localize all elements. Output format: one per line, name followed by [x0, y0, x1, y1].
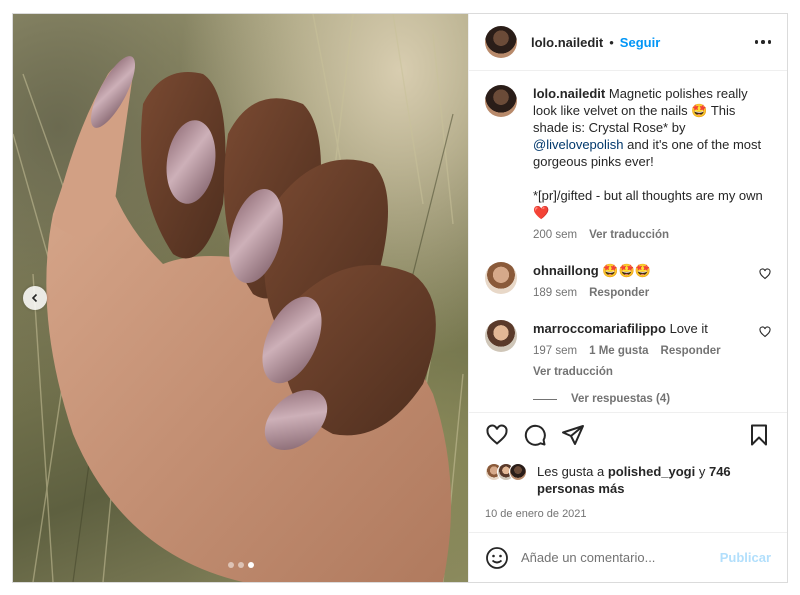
add-comment-bar: Publicar: [469, 532, 787, 582]
comment-meta: 197 sem 1 Me gusta Responder: [533, 343, 743, 360]
caption-meta: 200 sem Ver traducción: [533, 227, 771, 244]
previous-slide-button[interactable]: [23, 286, 47, 310]
comment-text: Love it: [669, 321, 708, 336]
caption-mention[interactable]: @livelovepolish: [533, 137, 624, 152]
post-date[interactable]: 10 de enero de 2021: [485, 508, 771, 520]
comment-time[interactable]: 197 sem: [533, 343, 577, 360]
post-actions: Les gusta a polished_yogi y 746 personas…: [469, 412, 787, 520]
carousel-dot: [227, 562, 234, 568]
carousel-indicator: [227, 562, 254, 568]
caption-disclosure: *[pr]/gifted - but all thoughts are my o…: [533, 188, 763, 220]
reply-button[interactable]: Responder: [661, 343, 721, 360]
comment-item: ohnaillong 🤩🤩🤩 189 sem Responder: [485, 262, 771, 302]
comments-list: lolo.nailedit Magnetic polishes really l…: [469, 71, 787, 412]
liker-username[interactable]: polished_yogi: [608, 464, 695, 479]
carousel-dot-active: [247, 562, 254, 568]
reply-button[interactable]: Responder: [589, 285, 649, 302]
action-icons: [485, 423, 771, 447]
heart-icon[interactable]: [485, 423, 509, 447]
comment-like-icon[interactable]: [759, 326, 771, 338]
post-side-panel: lolo.nailedit • Seguir lolo.nailedit Mag…: [468, 14, 787, 582]
comment-input[interactable]: [521, 550, 720, 565]
more-options-button[interactable]: [754, 40, 771, 44]
author-username[interactable]: lolo.nailedit: [531, 35, 603, 50]
header-separator: •: [609, 34, 614, 50]
view-replies-button[interactable]: Ver respuestas (4): [533, 393, 771, 405]
view-replies-label: Ver respuestas (4): [571, 393, 671, 405]
post-header: lolo.nailedit • Seguir: [469, 14, 787, 71]
author-avatar[interactable]: [485, 26, 517, 58]
likes-count[interactable]: 746: [709, 464, 731, 479]
replies-line: [533, 398, 557, 400]
comment-icon[interactable]: [523, 423, 547, 447]
caption-time[interactable]: 200 sem: [533, 227, 577, 244]
carousel-dot: [237, 562, 244, 568]
publish-button[interactable]: Publicar: [720, 550, 771, 565]
share-icon[interactable]: [561, 423, 585, 447]
comment-like-icon[interactable]: [759, 268, 771, 280]
post-photo: [13, 14, 468, 582]
follow-button[interactable]: Seguir: [620, 35, 660, 50]
likes-suffix[interactable]: personas más: [537, 481, 624, 496]
comment-text: 🤩🤩🤩: [602, 263, 651, 278]
liker-avatars: [485, 463, 527, 481]
comment-username[interactable]: marroccomariafilippo: [533, 321, 666, 336]
caption: lolo.nailedit Magnetic polishes really l…: [485, 85, 771, 244]
emoji-icon[interactable]: [485, 546, 509, 570]
commenter-avatar[interactable]: [485, 262, 517, 294]
comment-username[interactable]: ohnaillong: [533, 263, 599, 278]
bookmark-icon[interactable]: [747, 423, 771, 447]
likes-mid: y: [695, 464, 709, 479]
more-icon: [754, 40, 758, 44]
commenter-avatar[interactable]: [485, 320, 517, 352]
post-dialog: lolo.nailedit • Seguir lolo.nailedit Mag…: [12, 13, 788, 583]
caption-translate-link[interactable]: Ver traducción: [589, 227, 669, 244]
caption-username[interactable]: lolo.nailedit: [533, 86, 605, 101]
comment-item: marroccomariafilippo Love it 197 sem 1 M…: [485, 320, 771, 381]
comment-time[interactable]: 189 sem: [533, 285, 577, 302]
caption-avatar[interactable]: [485, 85, 517, 117]
likes-summary: Les gusta a polished_yogi y 746 personas…: [485, 463, 771, 497]
comment-meta: 189 sem Responder: [533, 285, 743, 302]
comment-likes[interactable]: 1 Me gusta: [589, 343, 648, 360]
likes-text[interactable]: Les gusta a polished_yogi y 746 personas…: [537, 463, 771, 497]
likes-prefix: Les gusta a: [537, 464, 608, 479]
comment-translate-link[interactable]: Ver traducción: [533, 364, 743, 381]
liker-avatar: [509, 463, 527, 481]
hand-illustration: [46, 56, 451, 582]
chevron-left-icon: [31, 293, 38, 303]
